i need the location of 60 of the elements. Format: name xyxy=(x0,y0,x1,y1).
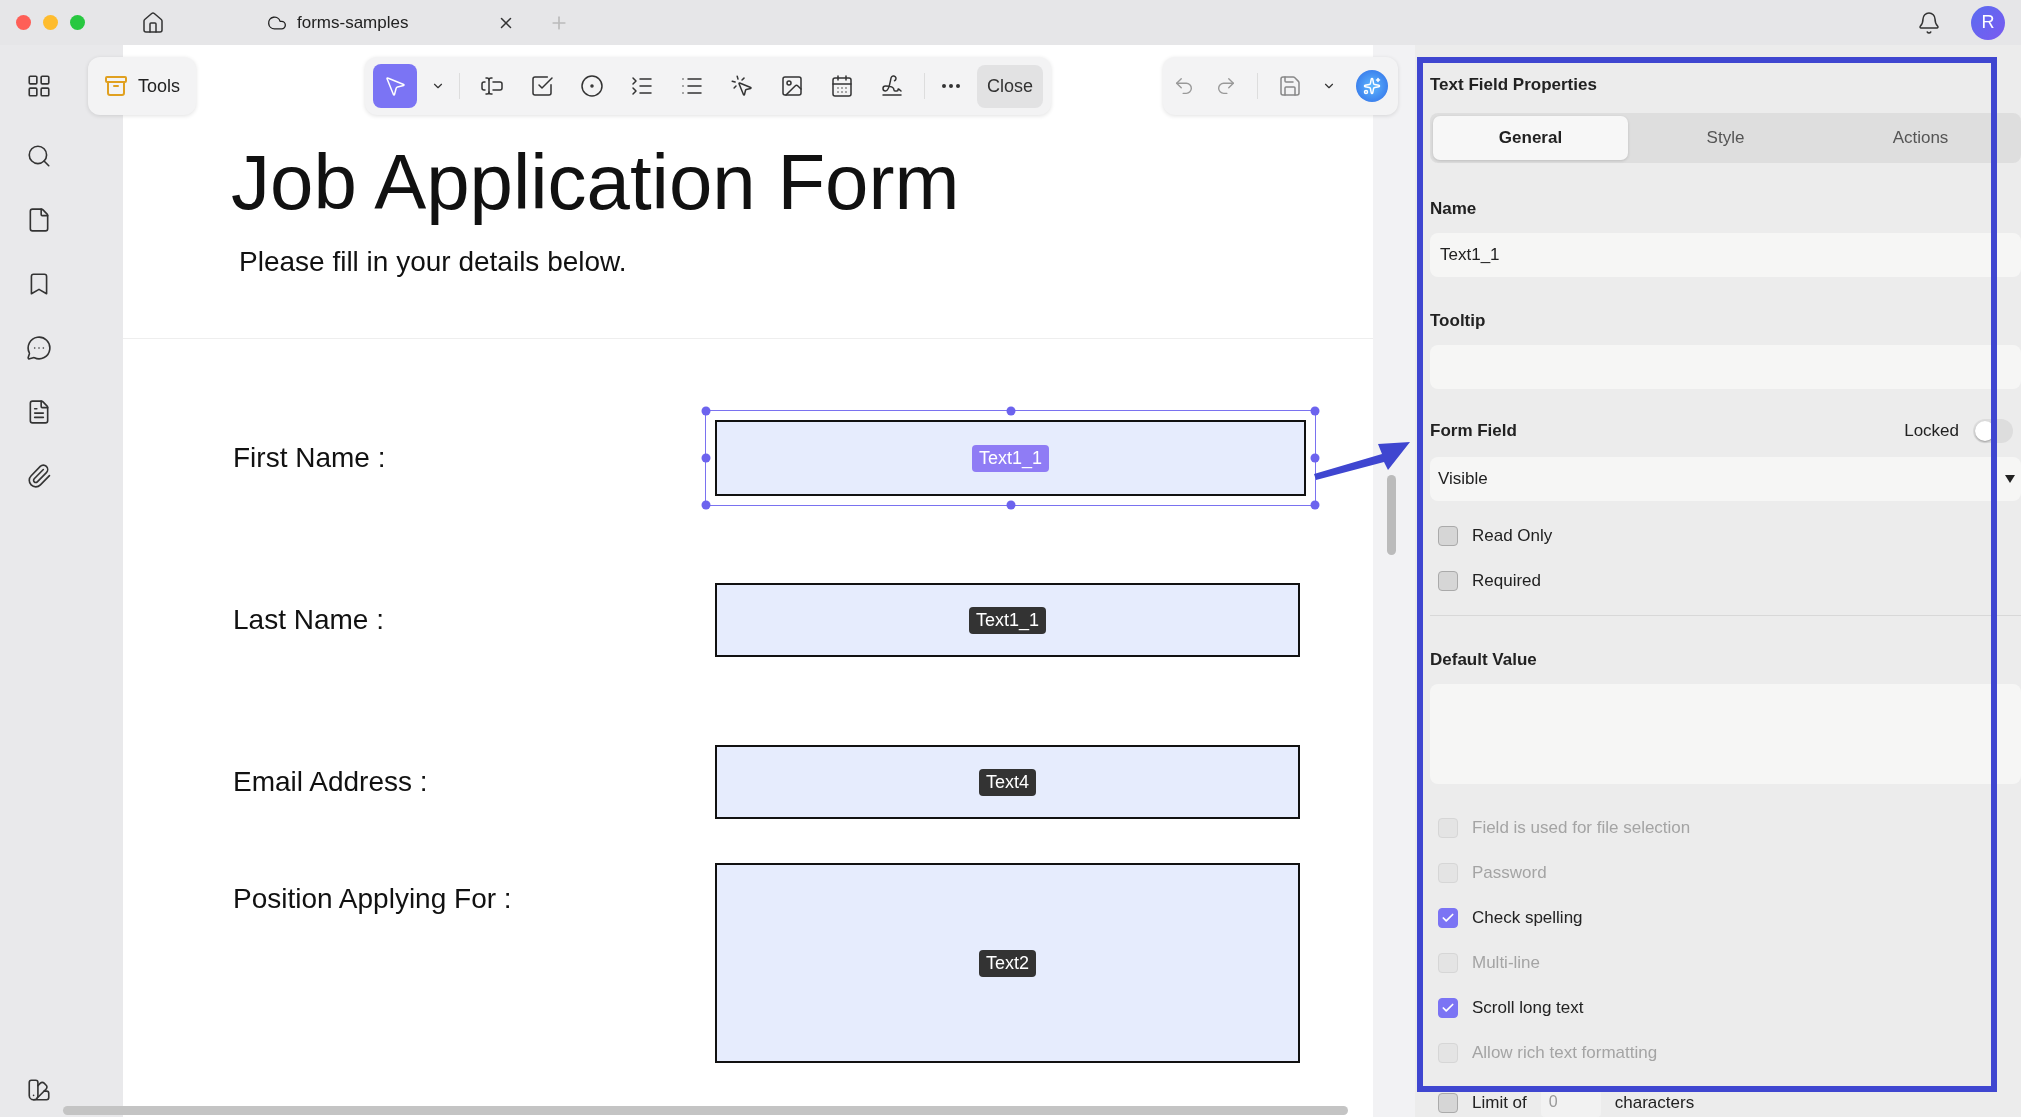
apps-grid-icon[interactable] xyxy=(26,73,52,99)
scrollbar[interactable] xyxy=(63,1106,1348,1115)
panel-tab[interactable]: Actions xyxy=(1823,116,2018,160)
ai-assistant-icon[interactable] xyxy=(1356,70,1388,102)
field-name-tag: Text4 xyxy=(979,768,1036,796)
scrollbar[interactable] xyxy=(1387,475,1396,555)
document-title: Job Application Form xyxy=(231,137,961,228)
field-name-tag: Text1_1 xyxy=(971,444,1049,472)
field-label: Last Name : xyxy=(232,604,385,636)
field-label: Email Address : xyxy=(232,766,429,798)
toolbox-icon xyxy=(104,74,128,98)
checkbox-label: Password xyxy=(1472,862,1547,883)
checkbox-label: Field is used for file selection xyxy=(1472,817,1691,838)
field-heading: Form Field xyxy=(1430,421,1517,441)
locked-label: Locked xyxy=(1904,421,1959,441)
caret-icon xyxy=(2005,475,2015,483)
checkbox[interactable] xyxy=(1438,1093,1458,1113)
checkbox[interactable] xyxy=(1438,997,1458,1018)
checkbox[interactable] xyxy=(1438,570,1458,591)
comment-icon[interactable] xyxy=(26,335,52,361)
checkbox-label: Limit of xyxy=(1472,1093,1527,1113)
field-label: Position Applying For : xyxy=(232,883,513,915)
save-icon[interactable] xyxy=(1278,74,1302,98)
field-heading: Default Value xyxy=(1430,650,1538,670)
field-heading: Name xyxy=(1430,199,1478,219)
form-text-field[interactable]: Text1_1 xyxy=(715,583,1300,657)
bell-icon[interactable] xyxy=(1917,10,1941,35)
checkbox[interactable] xyxy=(1438,525,1458,546)
checkbox-label: Read Only xyxy=(1472,525,1553,546)
default-value-field[interactable] xyxy=(1430,684,2021,784)
tooltip-field[interactable] xyxy=(1430,345,2021,389)
field-name-tag: Text1_1 xyxy=(968,606,1046,634)
panel-tab[interactable]: Style xyxy=(1628,116,1823,160)
tab-title[interactable]: forms-samples xyxy=(297,12,409,33)
home-icon[interactable] xyxy=(141,10,165,35)
field-name-tag: Text2 xyxy=(979,949,1036,977)
swatch-book-icon[interactable] xyxy=(26,1077,52,1103)
select-tool-icon[interactable] xyxy=(373,64,417,108)
search-icon[interactable] xyxy=(26,143,52,169)
paperclip-icon[interactable] xyxy=(26,463,52,489)
checkbox[interactable] xyxy=(1438,907,1458,928)
checkbox-label: Allow rich text formatting xyxy=(1472,1042,1658,1063)
checkbox-label: Check spelling xyxy=(1472,907,1583,928)
visibility-dropdown[interactable]: Visible xyxy=(1430,457,2021,501)
panel-title: Text Field Properties xyxy=(1430,75,1598,95)
form-text-field[interactable]: Text2 xyxy=(715,863,1300,1063)
field-label: First Name : xyxy=(232,442,387,474)
form-text-field[interactable]: Text4 xyxy=(715,745,1300,819)
document-subtitle: Please fill in your details below. xyxy=(239,246,628,278)
redo-icon[interactable] xyxy=(1215,75,1237,97)
undo-icon[interactable] xyxy=(1173,75,1195,97)
close-button[interactable]: Close xyxy=(977,64,1044,108)
name-field[interactable]: Text1_1 xyxy=(1430,233,2021,277)
panel-tab[interactable]: General xyxy=(1433,116,1628,160)
checkbox-label: Multi-line xyxy=(1472,952,1541,973)
avatar[interactable]: R xyxy=(1971,5,2005,40)
checkbox-label: Required xyxy=(1472,570,1541,591)
field-heading: Tooltip xyxy=(1430,311,1487,331)
checkbox-label: characters xyxy=(1614,1093,1695,1113)
checkbox-label: Scroll long text xyxy=(1472,997,1584,1018)
